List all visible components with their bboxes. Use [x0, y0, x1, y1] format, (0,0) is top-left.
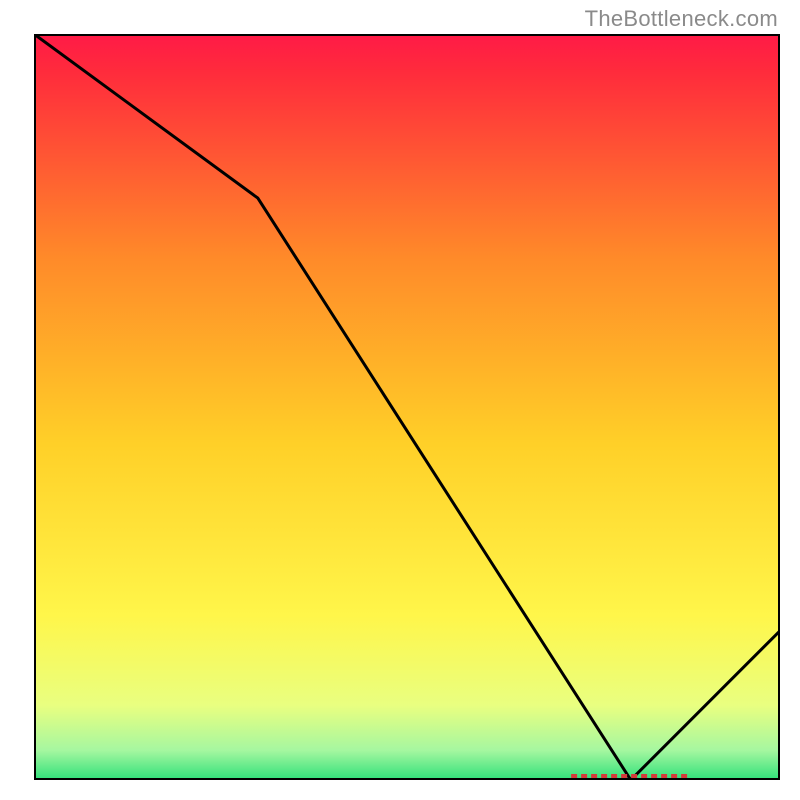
- chart-svg: [34, 34, 780, 780]
- watermark-text: TheBottleneck.com: [585, 6, 778, 32]
- chart-plot-area: [34, 34, 780, 780]
- gradient-background: [34, 34, 780, 780]
